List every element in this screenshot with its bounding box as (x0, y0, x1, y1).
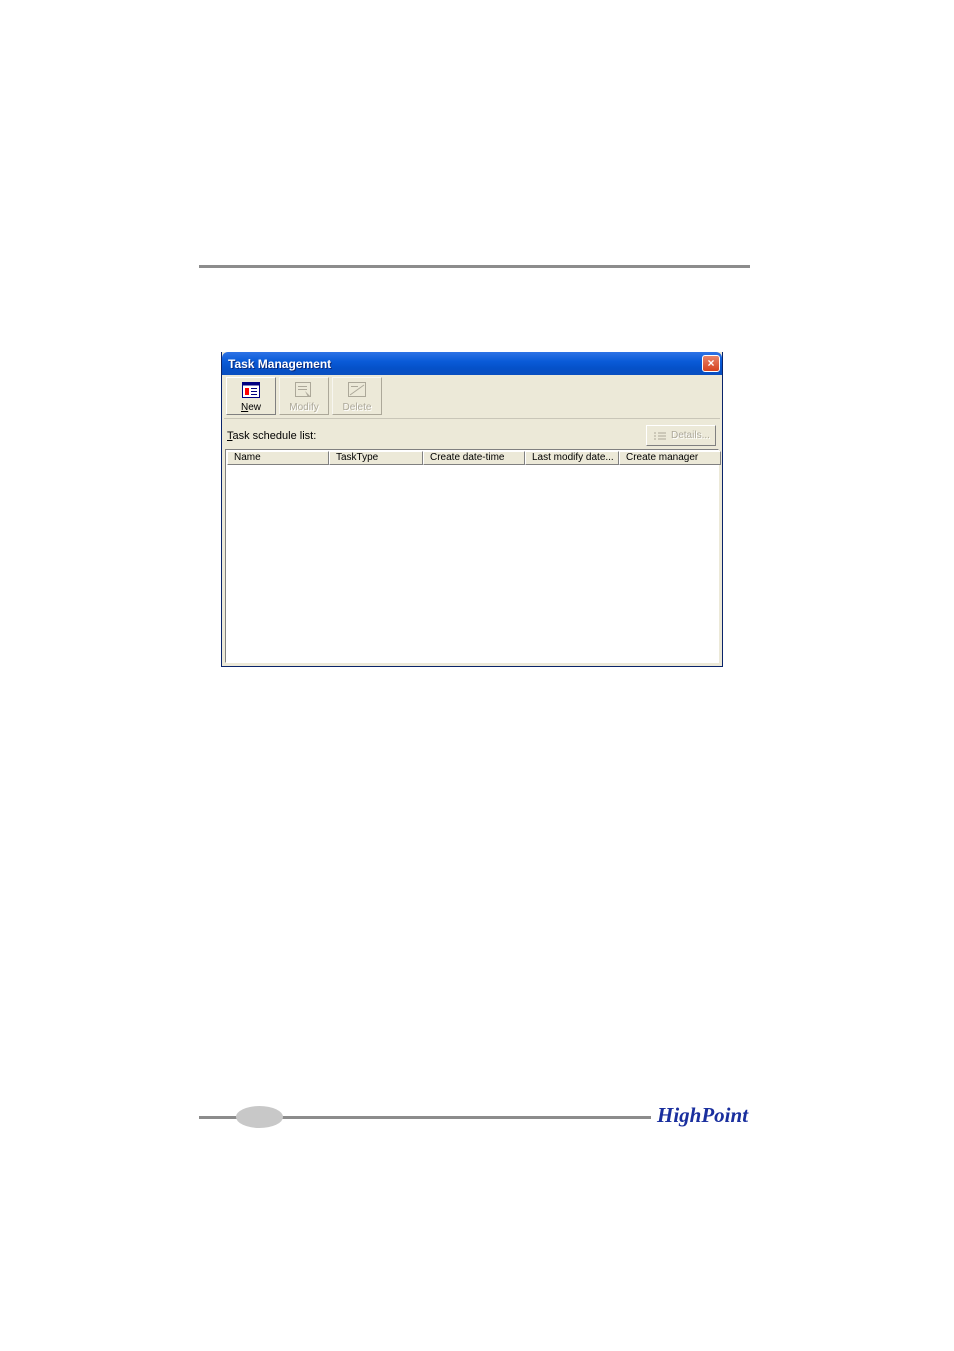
new-button-label: New (227, 402, 275, 413)
new-button[interactable]: New (226, 377, 276, 415)
top-page-rule (199, 265, 750, 268)
task-schedule-list-label: Task schedule list: (227, 430, 316, 442)
delete-button[interactable]: Delete (332, 377, 382, 415)
close-button[interactable]: × (702, 355, 720, 372)
new-task-icon (242, 382, 260, 398)
task-list-view[interactable]: Name TaskType Create date-time Last modi… (225, 449, 721, 663)
details-button[interactable]: Details... (646, 425, 716, 446)
list-header: Name TaskType Create date-time Last modi… (227, 451, 721, 465)
title-bar[interactable]: Task Management × (222, 352, 722, 375)
column-header-create-manager[interactable]: Create manager (619, 451, 721, 465)
new-label-rest: ew (248, 402, 262, 413)
delete-button-label: Delete (342, 402, 372, 413)
column-header-name[interactable]: Name (227, 451, 329, 465)
modify-task-icon (295, 382, 311, 397)
close-icon: × (707, 356, 715, 370)
modify-button[interactable]: Modify (279, 377, 329, 415)
details-list-icon (654, 432, 666, 440)
task-management-window: Task Management × New Modify Delete Task… (221, 352, 723, 667)
column-header-create-date-time[interactable]: Create date-time (423, 451, 525, 465)
column-header-last-modify-date[interactable]: Last modify date... (525, 451, 619, 465)
list-label-rest: ask schedule list: (232, 430, 317, 442)
page-number-badge (236, 1106, 283, 1128)
modify-button-label: Modify (289, 402, 319, 413)
highpoint-logo: HighPoint (656, 1103, 749, 1127)
window-title: Task Management (228, 357, 332, 371)
delete-task-icon (348, 382, 366, 397)
toolbar: New Modify Delete (224, 376, 720, 419)
details-button-label: Details... (671, 430, 710, 441)
column-header-tasktype[interactable]: TaskType (329, 451, 423, 465)
logo-text: HighPoint (656, 1103, 749, 1127)
